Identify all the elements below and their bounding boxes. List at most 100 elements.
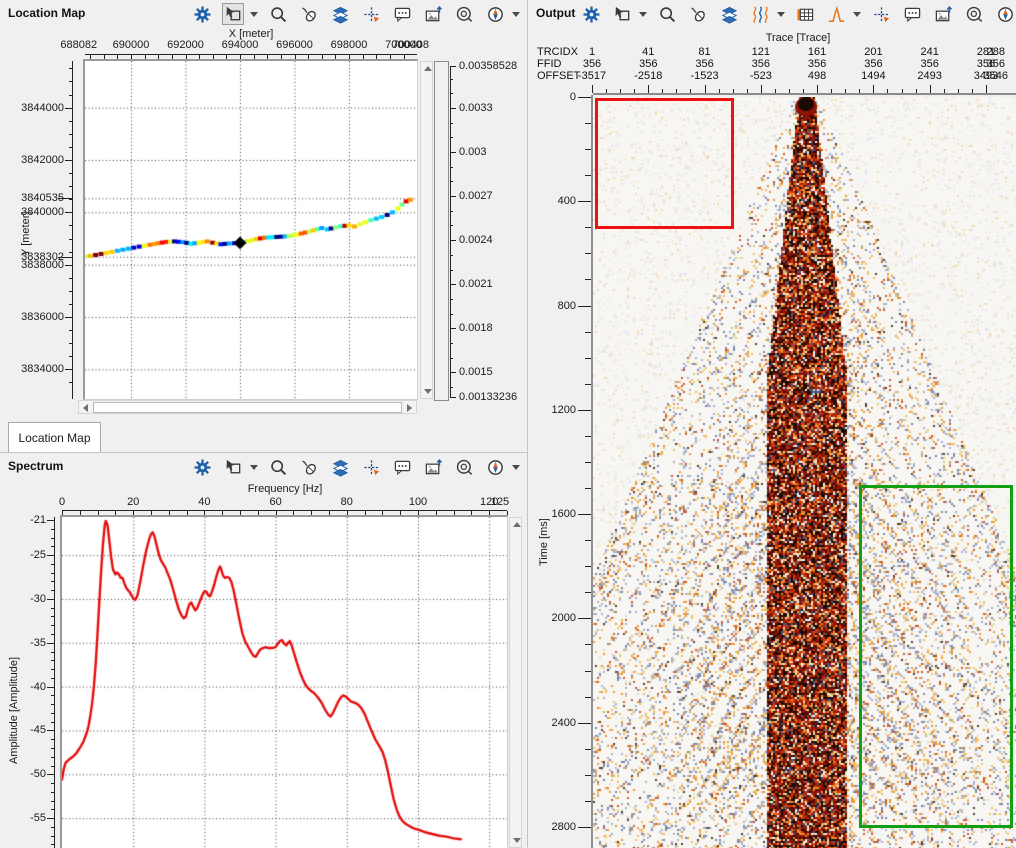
spectrum-peak-icon[interactable]	[825, 3, 847, 25]
scroll-up-arrow-icon[interactable]	[424, 66, 432, 71]
dropdown-caret-icon[interactable]	[853, 12, 861, 17]
x-axis-baseline	[62, 510, 507, 511]
select-region-icon[interactable]	[222, 3, 244, 25]
zoom-magnifier-icon[interactable]	[656, 3, 678, 25]
axis-tick	[51, 809, 54, 810]
panel-title: Output	[536, 6, 575, 20]
tab-strip: Location Map	[0, 418, 527, 452]
x-tick-label: 100	[409, 496, 427, 508]
pick-crosshair-icon[interactable]	[870, 3, 892, 25]
y-tick-label: -30	[30, 593, 46, 605]
selection-rect-red[interactable]	[595, 98, 734, 228]
scrollbar-thumb[interactable]	[93, 402, 402, 413]
axis-tick	[69, 186, 72, 187]
axis-tick	[51, 704, 54, 705]
compass-icon[interactable]	[994, 3, 1016, 25]
compass-icon[interactable]	[484, 456, 506, 478]
layers-icon[interactable]	[329, 456, 351, 478]
axis-tick	[450, 137, 453, 138]
trace-header-value-overlap: 3546	[984, 70, 1008, 82]
axis-tick	[69, 330, 72, 331]
map-horizontal-scrollbar[interactable]	[78, 400, 417, 414]
axis-tick	[69, 278, 72, 279]
dropdown-caret-icon[interactable]	[639, 12, 647, 17]
dropdown-caret-icon[interactable]	[250, 12, 258, 17]
scroll-left-arrow-icon[interactable]	[83, 404, 88, 412]
y-tick-label: -40	[30, 681, 46, 693]
spectrum-plot[interactable]	[62, 517, 507, 848]
scroll-down-arrow-icon[interactable]	[424, 389, 432, 394]
mouse-pan-icon[interactable]	[298, 3, 320, 25]
axis-tick	[51, 827, 54, 828]
axis-tick	[817, 85, 818, 93]
spectrum-vertical-scrollbar[interactable]	[509, 517, 522, 848]
colorbar-tick-label: 0.0018	[459, 322, 493, 334]
settings-gear-icon[interactable]	[580, 3, 602, 25]
time-tick-label: 0	[570, 91, 576, 103]
actual-size-icon[interactable]	[453, 456, 475, 478]
dropdown-caret-icon[interactable]	[512, 12, 520, 17]
pick-crosshair-icon[interactable]	[360, 3, 382, 25]
x-tick-label: 80	[341, 496, 353, 508]
mouse-pan-icon[interactable]	[298, 456, 320, 478]
comment-bubble-icon[interactable]	[391, 456, 413, 478]
trace-header-value-overlap: 356	[987, 58, 1005, 70]
axis-tick	[51, 652, 54, 653]
pick-crosshair-icon[interactable]	[360, 456, 382, 478]
scroll-up-arrow-icon[interactable]	[513, 522, 521, 527]
select-region-icon[interactable]	[611, 3, 633, 25]
colorbar-tick-label: 0.0021	[459, 278, 493, 290]
axis-tick	[51, 695, 54, 696]
axis-tick	[51, 555, 54, 556]
scroll-right-arrow-icon[interactable]	[407, 404, 412, 412]
trace-header-value: 498	[808, 70, 826, 82]
y-axis-title: Amplitude [Amplitude]	[8, 657, 20, 764]
axis-tick	[51, 520, 54, 521]
y-axis-baseline	[72, 61, 73, 399]
selection-rect-green[interactable]	[859, 485, 1012, 828]
map-vertical-scrollbar[interactable]	[420, 61, 433, 399]
actual-size-icon[interactable]	[453, 3, 475, 25]
axis-tick	[620, 89, 621, 93]
trace-header-value: 1	[589, 46, 595, 58]
compass-icon[interactable]	[484, 3, 506, 25]
x-tick-label: 696000	[276, 39, 313, 51]
axis-tick	[690, 89, 691, 93]
axis-tick	[803, 89, 804, 93]
settings-gear-icon[interactable]	[191, 3, 213, 25]
axis-tick	[831, 89, 832, 93]
axis-tick	[51, 687, 54, 688]
zoom-magnifier-icon[interactable]	[267, 3, 289, 25]
export-image-icon[interactable]	[422, 456, 444, 478]
axis-tick	[606, 89, 607, 93]
export-image-icon[interactable]	[932, 3, 954, 25]
select-region-icon[interactable]	[222, 456, 244, 478]
axis-tick	[69, 95, 72, 96]
x-tick-label: 688082	[60, 39, 97, 51]
dropdown-caret-icon[interactable]	[250, 465, 258, 470]
y-tick-label: -45	[30, 724, 46, 736]
settings-gear-icon[interactable]	[191, 456, 213, 478]
axis-tick	[69, 81, 72, 82]
y-tick-label: 3834000	[21, 363, 64, 375]
layers-icon[interactable]	[718, 3, 740, 25]
dropdown-caret-icon[interactable]	[777, 12, 785, 17]
export-image-icon[interactable]	[422, 3, 444, 25]
scroll-down-arrow-icon[interactable]	[513, 838, 521, 843]
x-tick-label: 40	[198, 496, 210, 508]
zoom-magnifier-icon[interactable]	[267, 456, 289, 478]
actual-size-icon[interactable]	[963, 3, 985, 25]
colorbar	[434, 61, 449, 401]
comment-bubble-icon[interactable]	[391, 3, 413, 25]
comment-bubble-icon[interactable]	[901, 3, 923, 25]
tab-location-map[interactable]: Location Map	[8, 422, 101, 452]
dropdown-caret-icon[interactable]	[512, 465, 520, 470]
trace-wiggle-icon[interactable]	[749, 3, 771, 25]
axis-tick	[450, 387, 453, 388]
header-table-icon[interactable]	[794, 3, 816, 25]
trace-header-value: 1494	[861, 70, 885, 82]
colorbar-tick-label: 0.0033	[459, 102, 493, 114]
layers-icon[interactable]	[329, 3, 351, 25]
mouse-pan-icon[interactable]	[687, 3, 709, 25]
location-map-plot[interactable]	[85, 61, 417, 399]
